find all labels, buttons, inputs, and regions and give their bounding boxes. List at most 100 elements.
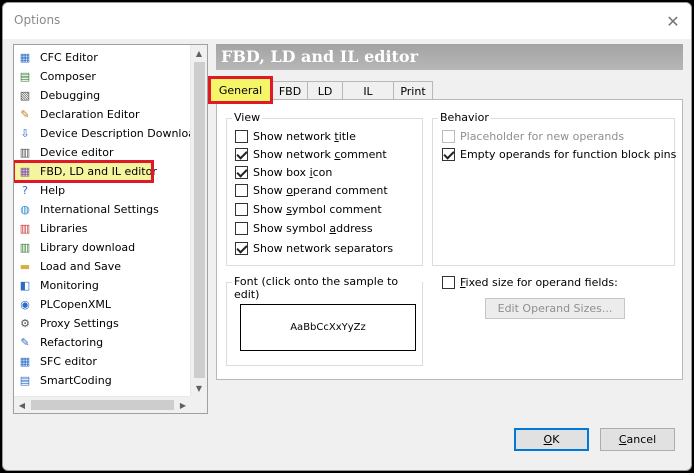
view-option-row[interactable]: Show symbol address: [235, 222, 373, 235]
category-tree[interactable]: ▦ CFC Editor ▤ Composer ▧ Debugging ✎ Declarati…: [13, 44, 208, 414]
tree-item-label: SmartCoding: [40, 374, 112, 387]
tree-item-label: Device editor: [40, 146, 114, 159]
view-option-label-text: ddress: [336, 222, 373, 235]
view-option-label: Show symbol address: [253, 222, 373, 235]
view-option-label: Show network comment: [253, 148, 387, 161]
scroll-up-arrow-icon[interactable]: ▲: [191, 45, 207, 61]
tree-item[interactable]: ▦ SFC editor: [14, 352, 191, 371]
view-option-row[interactable]: Show operand comment: [235, 184, 388, 197]
font-sample-box[interactable]: AaBbCcXxYyZz: [240, 304, 416, 351]
tree-item[interactable]: ▦ FBD, LD and IL editor: [14, 160, 157, 183]
download-icon: ⇩: [20, 127, 30, 140]
tree-item[interactable]: ▬ Load and Save: [14, 257, 191, 276]
sfc-editor-icon: ▦: [19, 355, 31, 368]
tree-item[interactable]: ⚙ Proxy Settings: [14, 314, 191, 333]
tree-item[interactable]: ? Help: [14, 181, 191, 200]
tree-item-label: Load and Save: [40, 260, 122, 273]
view-option-row[interactable]: Show network separators: [235, 242, 393, 255]
tree-item[interactable]: ◍ International Settings: [14, 200, 191, 219]
tree-item[interactable]: ▥ Libraries: [14, 219, 191, 238]
view-option-label-text: con: [312, 166, 333, 179]
tree-item[interactable]: ◉ PLCopenXML: [14, 295, 191, 314]
monitoring-icon: ◧: [19, 279, 31, 292]
tree-item-label: SFC editor: [40, 355, 97, 368]
options-dialog: Options ✕ ▦ CFC Editor ▤ Composer ▧ Debugging…: [2, 2, 692, 471]
behavior-option-checkbox: [442, 130, 455, 143]
libraries-icon: ▥: [19, 222, 31, 235]
close-button[interactable]: ✕: [663, 11, 683, 31]
tree-item[interactable]: ▤ Composer: [14, 67, 191, 86]
view-option-label: Show operand comment: [253, 184, 388, 197]
view-option-row[interactable]: Show network title: [235, 130, 356, 143]
tree-item[interactable]: ✎ Declaration Editor: [14, 105, 191, 124]
view-option-checkbox[interactable]: [235, 148, 248, 161]
view-option-checkbox[interactable]: [235, 242, 248, 255]
fixed-size-label: Fixed size for operand fields:: [460, 276, 618, 289]
view-option-row[interactable]: Show symbol comment: [235, 203, 382, 216]
view-option-label-text: itle: [338, 130, 356, 143]
tree-horizontal-scroll-thumb[interactable]: [31, 400, 174, 410]
scroll-left-arrow-icon[interactable]: ◀: [14, 397, 30, 413]
tab-fbd[interactable]: FBD: [272, 81, 308, 101]
tree-item[interactable]: ▧ Debugging: [14, 86, 191, 105]
tree-item[interactable]: ▤ SmartCoding: [14, 371, 191, 390]
cancel-button[interactable]: Cancel: [600, 428, 675, 451]
window-title: Options: [14, 13, 61, 27]
tree-item-label: Monitoring: [40, 279, 99, 292]
view-option-checkbox[interactable]: [235, 130, 248, 143]
view-option-checkbox[interactable]: [235, 203, 248, 216]
behavior-option-checkbox[interactable]: [442, 148, 455, 161]
tree-item-label: Proxy Settings: [40, 317, 119, 330]
behavior-group: Behavior Placeholder for new operands Emp…: [432, 111, 676, 266]
tree-item[interactable]: ◧ Monitoring: [14, 276, 191, 295]
tree-item-label: International Settings: [40, 203, 159, 216]
view-option-label: Show network title: [253, 130, 356, 143]
tab-ld[interactable]: LD: [307, 81, 343, 101]
fixed-size-checkbox-row[interactable]: Fixed size for operand fields:: [442, 276, 618, 289]
scroll-right-arrow-icon[interactable]: ▶: [175, 397, 191, 413]
tab-general[interactable]: General: [208, 76, 273, 104]
tree-item-label: Help: [40, 184, 66, 197]
ok-button[interactable]: OK: [514, 428, 589, 451]
tree-vertical-scroll-thumb[interactable]: [194, 62, 205, 378]
general-tab-page: View Show network title Show network comm…: [216, 99, 683, 380]
tree-item[interactable]: ▥ Library download: [14, 238, 191, 257]
behavior-option-row[interactable]: Empty operands for function block pins: [442, 148, 676, 161]
view-option-checkbox[interactable]: [235, 184, 248, 197]
tree-item[interactable]: ▥ Device editor: [14, 143, 191, 162]
view-option-label-text: Show network separators: [253, 242, 394, 255]
view-option-row[interactable]: Show box icon: [235, 166, 332, 179]
title-bar: Options ✕: [3, 3, 691, 39]
tree-item-label: Libraries: [40, 222, 88, 235]
tree-vertical-scrollbar[interactable]: ▲ ▼: [190, 45, 207, 396]
behavior-option-label: Empty operands for function block pins: [460, 148, 677, 161]
device-editor-icon: ▥: [19, 146, 31, 159]
edit-operand-sizes-button[interactable]: Edit Operand Sizes...: [485, 298, 625, 319]
fixed-size-checkbox[interactable]: [442, 276, 455, 289]
view-option-row[interactable]: Show network comment: [235, 148, 387, 161]
cancel-button-mnemonic: C: [618, 433, 627, 446]
view-option-label-text: omment: [340, 148, 387, 161]
plcopenxml-icon: ◉: [20, 298, 30, 311]
view-option-label-text: perand comment: [292, 184, 388, 197]
view-option-checkbox[interactable]: [235, 222, 248, 235]
tree-item-label: Refactoring: [40, 336, 104, 349]
refactoring-icon: ✎: [20, 336, 30, 349]
tree-item-label: Composer: [40, 70, 96, 83]
tree-item-label: CFC Editor: [40, 51, 98, 64]
fixed-size-label-text: ixed size for operand fields:: [465, 276, 618, 289]
tree-horizontal-scrollbar[interactable]: ◀ ▶: [14, 396, 191, 413]
scroll-down-arrow-icon[interactable]: ▼: [191, 380, 207, 396]
view-option-label-text: Show network: [253, 130, 335, 143]
tab-print[interactable]: Print: [393, 81, 433, 101]
view-option-checkbox[interactable]: [235, 166, 248, 179]
behavior-group-title: Behavior: [438, 111, 491, 124]
help-icon: ?: [22, 184, 28, 197]
smartcoding-icon: ▤: [19, 374, 31, 387]
behavior-option-row: Placeholder for new operands: [442, 130, 624, 143]
globe-icon: ◍: [20, 203, 30, 216]
tab-il[interactable]: IL: [342, 81, 394, 101]
tree-item[interactable]: ⇩ Device Description Download: [14, 124, 202, 143]
tree-item[interactable]: ✎ Refactoring: [14, 333, 191, 352]
tree-item[interactable]: ▦ CFC Editor: [14, 48, 191, 67]
